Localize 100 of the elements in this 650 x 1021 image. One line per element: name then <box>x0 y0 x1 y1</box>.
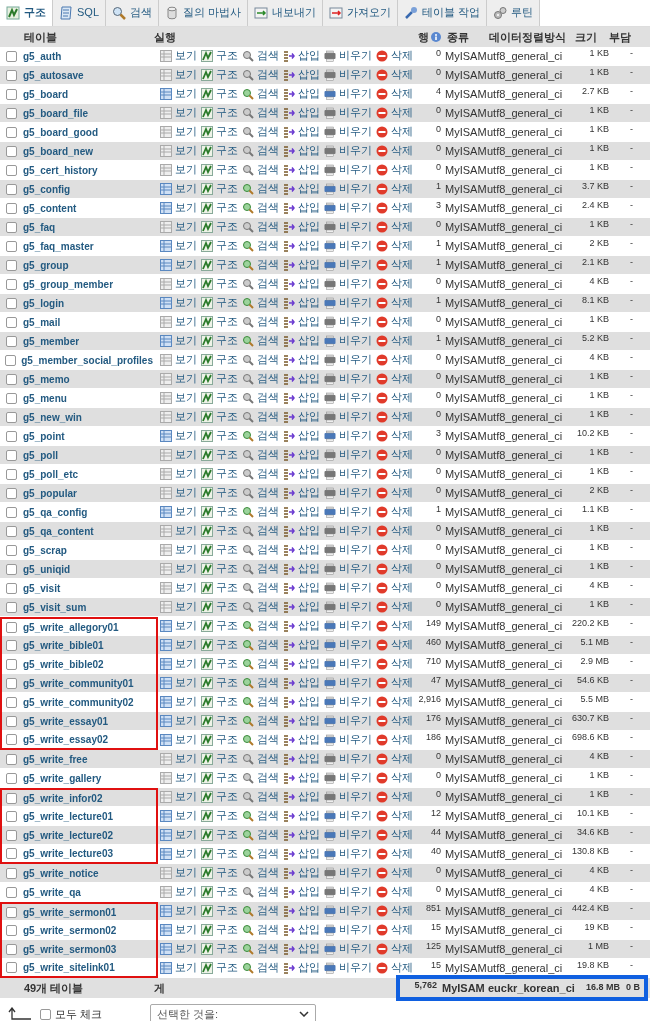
action-link[interactable]: 비우기 <box>324 48 372 64</box>
action-link[interactable]: 삽입 <box>283 922 320 938</box>
table-name-link[interactable]: g5_write_community01 <box>20 675 137 691</box>
action-link[interactable]: 삭제 <box>376 466 413 482</box>
action-select[interactable]: 선택한 것을: <box>150 1004 317 1021</box>
action-link[interactable]: 보기 <box>160 257 197 273</box>
action-link[interactable]: 삭제 <box>376 675 413 691</box>
table-name-link[interactable]: g5_config <box>20 181 74 197</box>
row-checkbox[interactable] <box>5 906 17 918</box>
action-link[interactable]: 비우기 <box>324 67 372 83</box>
action-link[interactable]: 검색 <box>242 124 279 140</box>
action-link[interactable]: 검색 <box>242 751 279 767</box>
action-link[interactable]: 비우기 <box>324 238 372 254</box>
action-link[interactable]: 비우기 <box>324 143 372 159</box>
row-checkbox[interactable] <box>5 582 17 594</box>
action-link[interactable]: 삭제 <box>376 865 413 881</box>
action-link[interactable]: 비우기 <box>324 922 372 938</box>
action-link[interactable]: 구조 <box>201 694 238 710</box>
action-link[interactable]: 삭제 <box>376 656 413 672</box>
action-link[interactable]: 보기 <box>160 428 197 444</box>
action-link[interactable]: 보기 <box>160 618 197 634</box>
table-name-link[interactable]: g5_write_sermon02 <box>20 922 120 938</box>
action-link[interactable]: 보기 <box>160 903 197 919</box>
action-link[interactable]: 구조 <box>201 333 238 349</box>
action-link[interactable]: 보기 <box>160 865 197 881</box>
row-checkbox[interactable] <box>5 733 17 745</box>
action-link[interactable]: 보기 <box>160 941 197 957</box>
action-link[interactable]: 검색 <box>242 675 279 691</box>
action-link[interactable]: 삽입 <box>283 618 320 634</box>
action-link[interactable]: 구조 <box>201 67 238 83</box>
action-link[interactable]: 보기 <box>160 846 197 862</box>
action-link[interactable]: 삽입 <box>283 504 320 520</box>
action-link[interactable]: 삭제 <box>376 599 413 615</box>
action-link[interactable]: 비우기 <box>324 789 372 805</box>
action-link[interactable]: 삽입 <box>283 67 320 83</box>
action-link[interactable]: 삽입 <box>283 485 320 501</box>
tab[interactable]: SQL <box>53 0 106 26</box>
action-link[interactable]: 검색 <box>242 238 279 254</box>
action-link[interactable]: 검색 <box>242 105 279 121</box>
action-link[interactable]: 삽입 <box>283 884 320 900</box>
table-name-link[interactable]: g5_visit <box>20 580 64 596</box>
action-link[interactable]: 삽입 <box>283 637 320 653</box>
action-link[interactable]: 비우기 <box>324 751 372 767</box>
row-checkbox[interactable] <box>5 658 17 670</box>
row-checkbox[interactable] <box>5 335 17 347</box>
action-link[interactable]: 검색 <box>242 257 279 273</box>
action-link[interactable]: 비우기 <box>324 580 372 596</box>
action-link[interactable]: 검색 <box>242 428 279 444</box>
table-name-link[interactable]: g5_auth <box>20 48 65 64</box>
action-link[interactable]: 비우기 <box>324 181 372 197</box>
action-link[interactable]: 검색 <box>242 694 279 710</box>
action-link[interactable]: 구조 <box>201 922 238 938</box>
action-link[interactable]: 삭제 <box>376 105 413 121</box>
action-link[interactable]: 삽입 <box>283 903 320 919</box>
action-link[interactable]: 보기 <box>160 960 197 976</box>
table-name-link[interactable]: g5_member_social_profiles <box>18 352 156 368</box>
action-link[interactable]: 구조 <box>201 637 238 653</box>
action-link[interactable]: 삽입 <box>283 162 320 178</box>
action-link[interactable]: 검색 <box>242 162 279 178</box>
action-link[interactable]: 구조 <box>201 941 238 957</box>
action-link[interactable]: 보기 <box>160 295 197 311</box>
table-name-link[interactable]: g5_write_community02 <box>20 694 137 710</box>
action-link[interactable]: 비우기 <box>324 504 372 520</box>
action-link[interactable]: 검색 <box>242 371 279 387</box>
table-name-link[interactable]: g5_write_lecture01 <box>20 808 117 824</box>
action-link[interactable]: 구조 <box>201 846 238 862</box>
action-link[interactable]: 보기 <box>160 827 197 843</box>
action-link[interactable]: 비우기 <box>324 808 372 824</box>
row-checkbox[interactable] <box>5 411 17 423</box>
action-link[interactable]: 비우기 <box>324 827 372 843</box>
action-link[interactable]: 삭제 <box>376 124 413 140</box>
action-link[interactable]: 삽입 <box>283 580 320 596</box>
action-link[interactable]: 검색 <box>242 865 279 881</box>
action-link[interactable]: 삽입 <box>283 333 320 349</box>
action-link[interactable]: 보기 <box>160 314 197 330</box>
action-link[interactable]: 검색 <box>242 352 279 368</box>
action-link[interactable]: 비우기 <box>324 124 372 140</box>
action-link[interactable]: 삽입 <box>283 86 320 102</box>
action-link[interactable]: 삭제 <box>376 390 413 406</box>
action-link[interactable]: 삭제 <box>376 333 413 349</box>
action-link[interactable]: 삽입 <box>283 219 320 235</box>
row-checkbox[interactable] <box>5 373 17 385</box>
action-link[interactable]: 보기 <box>160 732 197 748</box>
action-link[interactable]: 삽입 <box>283 599 320 615</box>
action-link[interactable]: 검색 <box>242 561 279 577</box>
action-link[interactable]: 검색 <box>242 770 279 786</box>
action-link[interactable]: 삭제 <box>376 523 413 539</box>
action-link[interactable]: 구조 <box>201 105 238 121</box>
action-link[interactable]: 삭제 <box>376 485 413 501</box>
action-link[interactable]: 비우기 <box>324 846 372 862</box>
action-link[interactable]: 비우기 <box>324 561 372 577</box>
action-link[interactable]: 삽입 <box>283 542 320 558</box>
action-link[interactable]: 삭제 <box>376 713 413 729</box>
action-link[interactable]: 보기 <box>160 86 197 102</box>
row-checkbox[interactable] <box>5 810 17 822</box>
row-checkbox[interactable] <box>5 601 17 613</box>
table-name-link[interactable]: g5_new_win <box>20 409 85 425</box>
table-name-link[interactable]: g5_menu <box>20 390 70 406</box>
action-link[interactable]: 비우기 <box>324 618 372 634</box>
action-link[interactable]: 삽입 <box>283 770 320 786</box>
